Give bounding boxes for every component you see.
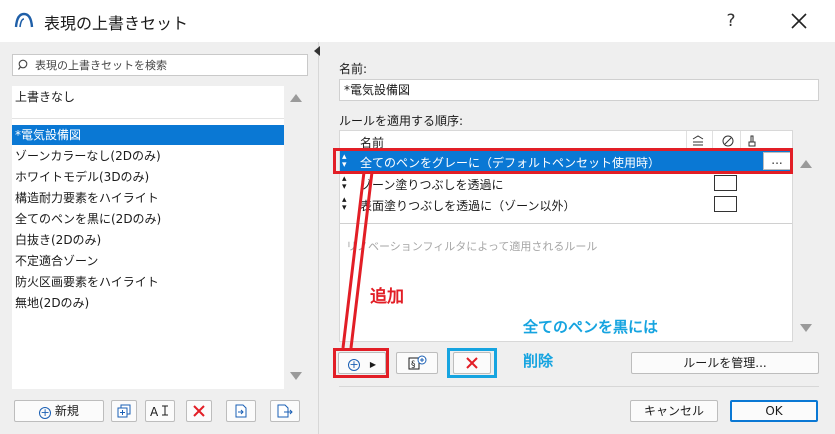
annotation-red-connector (341, 171, 374, 349)
annotation-add-label: 追加 (370, 287, 404, 307)
annotation-blue-frame-remove (447, 348, 497, 378)
annotation-remove-label-1: 全てのペンを黒には (523, 318, 659, 336)
cancel-button[interactable]: キャンセル (630, 400, 718, 422)
ok-button[interactable]: OK (730, 400, 818, 422)
annotation-remove-label-2: 削除 (523, 352, 554, 370)
